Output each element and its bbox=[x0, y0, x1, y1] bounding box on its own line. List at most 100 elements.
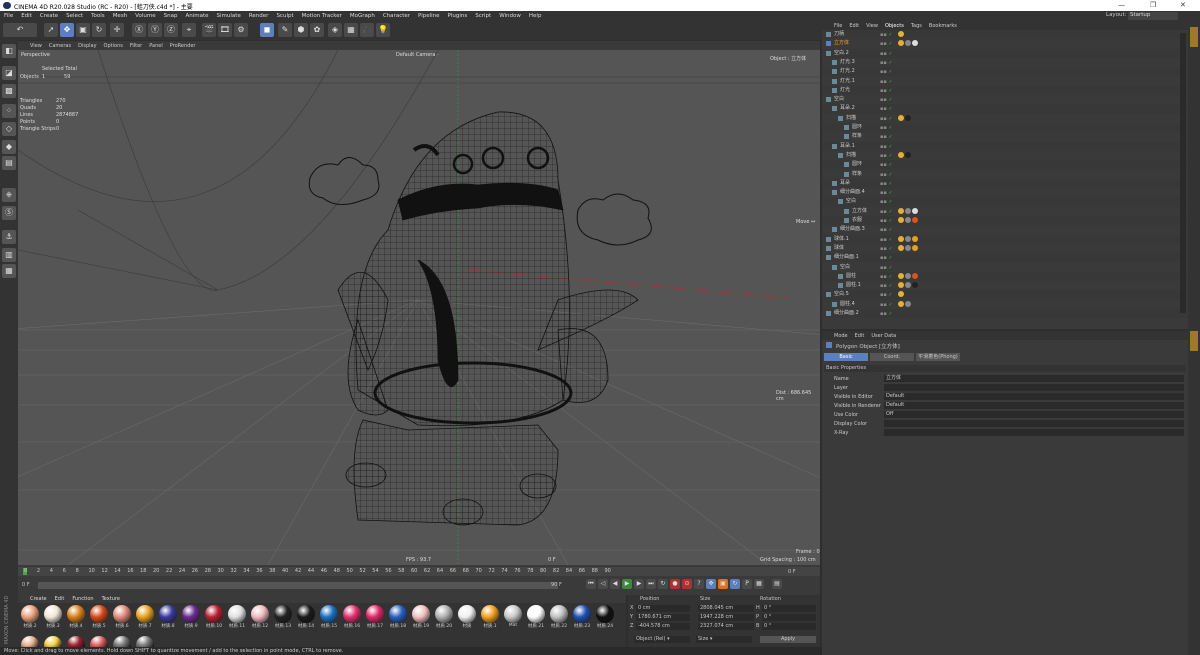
cube-icon[interactable]: ◼ bbox=[260, 23, 274, 37]
visibility-toggle-icon[interactable]: ▪▪ ✓ bbox=[880, 264, 894, 271]
param-key-icon[interactable]: P bbox=[742, 579, 752, 589]
tag-icon[interactable] bbox=[912, 244, 918, 251]
size-mode-select[interactable]: Size ▾ bbox=[696, 636, 752, 643]
material-swatch[interactable] bbox=[67, 636, 85, 647]
object-row[interactable]: 扫描 ▪▪ ✓ bbox=[822, 114, 1188, 123]
deformer-icon[interactable]: ◈ bbox=[328, 23, 342, 37]
visibility-toggle-icon[interactable]: ▪▪ ✓ bbox=[880, 236, 894, 243]
object-name[interactable]: 空白 bbox=[834, 95, 844, 104]
visibility-toggle-icon[interactable]: ▪▪ ✓ bbox=[880, 105, 894, 112]
floor-icon[interactable]: ▦ bbox=[344, 23, 358, 37]
visibility-toggle-icon[interactable]: ▪▪ ✓ bbox=[880, 115, 894, 122]
minimize-button[interactable]: — bbox=[1118, 1, 1125, 9]
object-name[interactable]: 细分曲面.2 bbox=[834, 309, 859, 318]
tag-icon[interactable] bbox=[905, 235, 911, 242]
tab-phong[interactable]: 平滑着色(Phong) bbox=[916, 353, 960, 361]
vp-menu-view[interactable]: View bbox=[30, 43, 42, 49]
mat-menu-edit[interactable]: Edit bbox=[55, 596, 65, 602]
make-editable-icon[interactable]: ◧ bbox=[2, 44, 16, 58]
visibility-toggle-icon[interactable]: ▪▪ ✓ bbox=[880, 310, 894, 317]
material-swatch[interactable]: 材质.3 bbox=[43, 605, 63, 631]
object-row[interactable]: 空白 ▪▪ ✓ bbox=[822, 263, 1188, 272]
tab-basic[interactable]: Basic bbox=[824, 353, 868, 361]
material-swatch[interactable] bbox=[44, 636, 62, 647]
object-row[interactable]: 空白 ▪▪ ✓ bbox=[822, 95, 1188, 104]
object-name[interactable]: 衣服 bbox=[852, 216, 862, 225]
rotate-key-icon[interactable]: ↻ bbox=[730, 579, 740, 589]
material-swatch[interactable] bbox=[136, 636, 154, 647]
goto-end-icon[interactable]: ⏭ bbox=[646, 579, 656, 589]
object-row[interactable]: 扫描 ▪▪ ✓ bbox=[822, 151, 1188, 160]
object-name[interactable]: 样条 bbox=[852, 132, 862, 141]
visibility-toggle-icon[interactable]: ▪▪ ✓ bbox=[880, 31, 894, 38]
next-frame-icon[interactable]: ▶ bbox=[634, 579, 644, 589]
material-swatch[interactable]: 材质.17 bbox=[365, 605, 385, 631]
material-swatch[interactable]: 材质.8 bbox=[158, 605, 178, 631]
position-field[interactable]: -404.578 cm bbox=[636, 623, 690, 630]
object-row[interactable]: 球体.1 ▪▪ ✓ bbox=[822, 234, 1188, 244]
visibility-toggle-icon[interactable]: ▪▪ ✓ bbox=[880, 217, 894, 224]
obj-menu-bookmarks[interactable]: Bookmarks bbox=[929, 23, 957, 29]
visibility-toggle-icon[interactable]: ▪▪ ✓ bbox=[880, 143, 894, 150]
visibility-toggle-icon[interactable]: ▪▪ ✓ bbox=[880, 124, 894, 131]
tag-icon[interactable] bbox=[912, 217, 918, 223]
object-name[interactable]: 耳朵.1 bbox=[840, 142, 855, 151]
object-name[interactable]: 样条 bbox=[852, 170, 862, 179]
material-swatch[interactable]: 材质.16 bbox=[342, 605, 362, 631]
material-swatch[interactable]: 材质.11 bbox=[227, 605, 247, 631]
uv-mode-icon[interactable]: ▤ bbox=[2, 156, 16, 170]
tag-icon[interactable] bbox=[905, 300, 911, 307]
object-row[interactable]: 衣服 ▪▪ ✓ bbox=[822, 216, 1188, 226]
visibility-toggle-icon[interactable]: ▪▪ ✓ bbox=[880, 40, 894, 47]
tag-icon[interactable] bbox=[912, 272, 918, 279]
object-name[interactable]: 圆环 bbox=[852, 123, 862, 132]
rotation-field[interactable]: 0 ° bbox=[762, 614, 816, 621]
mat-menu-create[interactable]: Create bbox=[30, 596, 47, 602]
polygons-mode-icon[interactable]: ◆ bbox=[2, 140, 16, 154]
object-name[interactable]: 耳朵.2 bbox=[840, 104, 855, 113]
object-row[interactable]: 耳朵.2 ▪▪ ✓ bbox=[822, 104, 1188, 114]
rotation-field[interactable]: 0 ° bbox=[762, 623, 816, 630]
attr-menu-mode[interactable]: Mode bbox=[834, 333, 848, 339]
object-name[interactable]: 圆柱 bbox=[846, 272, 856, 281]
array-icon[interactable]: ✿ bbox=[310, 23, 324, 37]
vp-menu-prorender[interactable]: ProRender bbox=[170, 43, 196, 49]
object-row[interactable]: 耳朵 ▪▪ ✓ bbox=[822, 178, 1188, 189]
menu-animate[interactable]: Animate bbox=[185, 13, 208, 19]
object-name[interactable]: 扫描 bbox=[846, 151, 856, 160]
position-field[interactable]: 1780.671 cm bbox=[636, 614, 690, 621]
material-swatch[interactable]: 材质.7 bbox=[135, 605, 155, 631]
lock-workplane-icon[interactable]: ⚓ bbox=[2, 230, 16, 244]
menu-plugins[interactable]: Plugins bbox=[448, 13, 468, 19]
select-tool-icon[interactable]: ➚ bbox=[44, 23, 58, 37]
timeline-range-bar[interactable] bbox=[38, 582, 558, 589]
material-swatch[interactable]: 材质.18 bbox=[388, 605, 408, 631]
object-name[interactable]: 圆柱.4 bbox=[840, 300, 855, 309]
visibility-toggle-icon[interactable]: ▪▪ ✓ bbox=[880, 87, 894, 94]
maximize-button[interactable]: ❐ bbox=[1150, 1, 1156, 9]
subdivision-icon[interactable]: ⬢ bbox=[294, 23, 308, 37]
tag-icon[interactable] bbox=[905, 272, 911, 279]
object-name[interactable]: 细分曲面.3 bbox=[840, 225, 865, 234]
object-row[interactable]: 样条 ▪▪ ✓ bbox=[822, 132, 1188, 141]
tag-icon[interactable] bbox=[898, 291, 904, 298]
menu-file[interactable]: File bbox=[4, 13, 13, 19]
tag-icon[interactable] bbox=[905, 207, 911, 214]
points-mode-icon[interactable]: ⁘ bbox=[2, 104, 16, 118]
coord-mode-select[interactable]: Object (Rel) ▾ bbox=[634, 636, 690, 643]
render-view-icon[interactable]: 🎬 bbox=[202, 23, 216, 37]
tag-icon[interactable] bbox=[905, 114, 911, 121]
object-name[interactable]: 灯光 bbox=[840, 86, 850, 95]
material-swatch[interactable]: 材质.20 bbox=[434, 605, 454, 631]
object-name[interactable]: 灯光.3 bbox=[840, 58, 855, 67]
visibility-toggle-icon[interactable]: ▪▪ ✓ bbox=[880, 301, 894, 308]
snap-icon[interactable]: Ⓢ bbox=[2, 206, 16, 220]
material-swatch[interactable]: 材质.4 bbox=[66, 605, 86, 631]
object-name[interactable]: 立方体 bbox=[852, 207, 867, 216]
loop-icon[interactable]: ↻ bbox=[658, 579, 668, 589]
tag-icon[interactable] bbox=[898, 151, 904, 158]
visibility-toggle-icon[interactable]: ▪▪ ✓ bbox=[880, 254, 894, 261]
material-swatch[interactable]: Mat bbox=[503, 605, 523, 631]
visibility-toggle-icon[interactable]: ▪▪ ✓ bbox=[880, 171, 894, 178]
obj-menu-tags[interactable]: Tags bbox=[911, 23, 922, 29]
